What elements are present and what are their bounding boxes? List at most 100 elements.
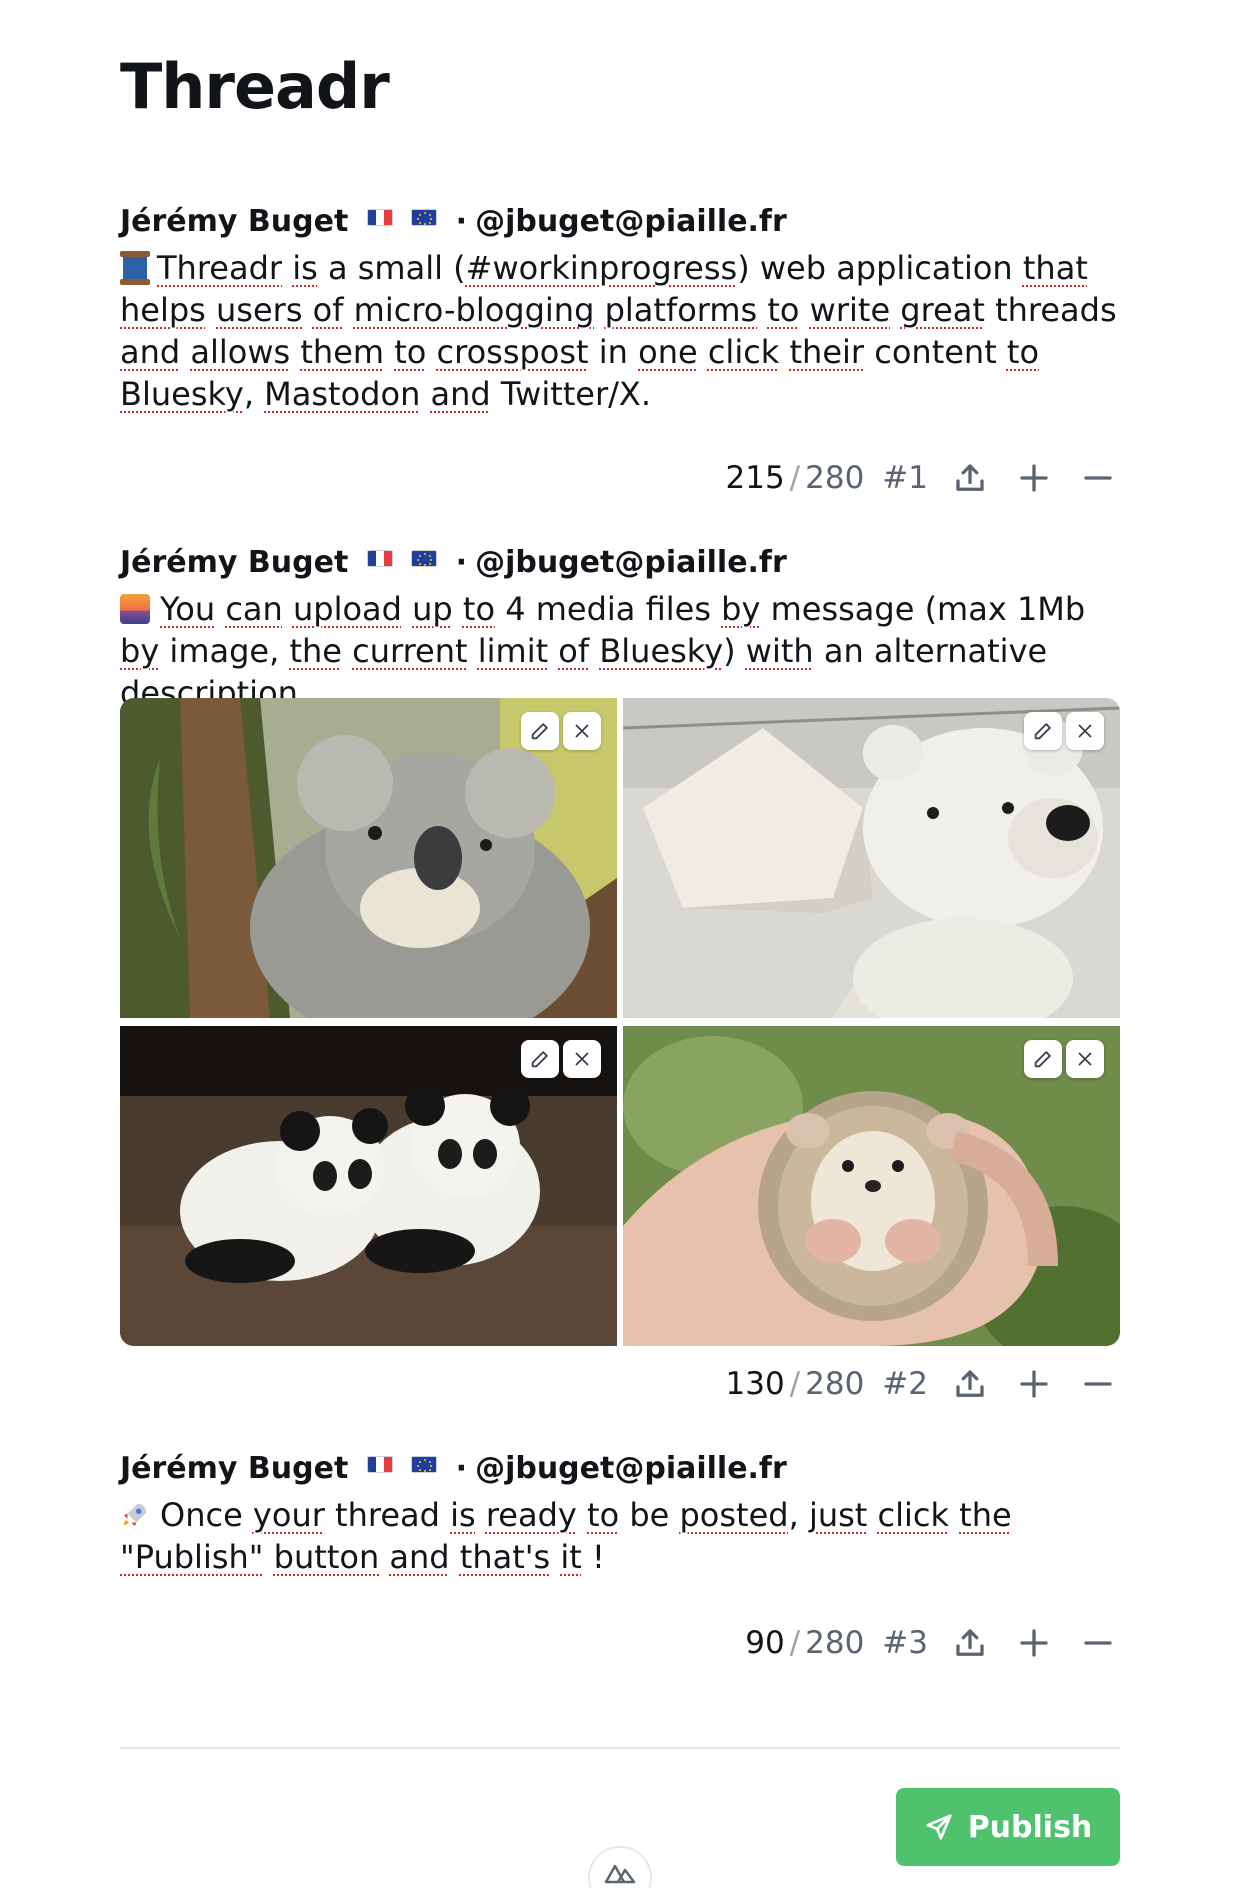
spellcheck-word: it [560, 1538, 582, 1576]
spellcheck-word: to [1006, 333, 1040, 371]
author-separator: · [455, 545, 468, 580]
message-text-segment: be [619, 1496, 680, 1534]
thread-message-1: Jérémy Buget · @jbuget@piaille.fr Threadr… [120, 202, 1120, 415]
spellcheck-word: click [707, 333, 780, 371]
message-text-segment [420, 375, 430, 413]
message-text[interactable]: Once your thread is ready to be posted, … [120, 1494, 1120, 1578]
spellcheck-word: to [462, 590, 496, 628]
upload-media-button[interactable] [948, 456, 992, 500]
spellcheck-word: #workinprogress [465, 249, 738, 287]
message-text-segment: ) web application [737, 249, 1023, 287]
spellcheck-word: micro-blogging [353, 291, 595, 329]
pencil-icon [531, 723, 548, 740]
spellcheck-word: Bluesky [599, 632, 724, 670]
media-pandas[interactable] [120, 1026, 617, 1346]
spellcheck-word: that's [459, 1538, 551, 1576]
minus-icon [1084, 476, 1112, 480]
author-name: Jérémy Buget [120, 545, 349, 580]
upload-media-button[interactable] [948, 1362, 992, 1406]
char-separator: / [789, 1366, 801, 1402]
upload-icon [956, 1370, 984, 1397]
spellcheck-word: write [809, 291, 891, 329]
message-text[interactable]: Threadr is a small (#workinprogress) web… [120, 247, 1120, 415]
message-text-segment [384, 333, 394, 371]
char-separator: / [789, 1625, 801, 1661]
message-text-segment: ! [581, 1538, 605, 1576]
close-icon [1078, 724, 1092, 738]
nuxt-logo-icon [604, 1864, 636, 1884]
message-3-toolbar: 90/280 #3 [745, 1623, 1120, 1663]
spellcheck-word: Mastodon [264, 375, 421, 413]
spellcheck-word: click [877, 1496, 950, 1534]
message-index: #1 [882, 460, 928, 496]
add-message-button[interactable] [1012, 1362, 1056, 1406]
edit-alt-text-button[interactable] [1024, 712, 1062, 750]
publish-button[interactable]: Publish [896, 1788, 1120, 1866]
add-message-button[interactable] [1012, 1621, 1056, 1665]
spellcheck-word: of [558, 632, 590, 670]
message-text-segment: threads [984, 291, 1117, 329]
remove-message-button[interactable] [1076, 456, 1120, 500]
media-polar-bear[interactable] [623, 698, 1120, 1018]
media-koala[interactable] [120, 698, 617, 1018]
author-name: Jérémy Buget [120, 204, 349, 239]
message-text-segment [468, 632, 478, 670]
message-text-segment [453, 590, 463, 628]
message-text-segment [290, 333, 300, 371]
message-text[interactable]: You can upload up to 4 media files by me… [120, 588, 1120, 714]
message-text-segment: Once [160, 1496, 243, 1534]
minus-icon [1084, 1382, 1112, 1386]
eu-flag-icon [411, 209, 438, 226]
remove-message-button[interactable] [1076, 1362, 1120, 1406]
edit-alt-text-button[interactable] [521, 712, 559, 750]
media-hedgehog[interactable] [623, 1026, 1120, 1346]
spellcheck-word: crosspost [436, 333, 589, 371]
spellcheck-word: posted [679, 1496, 789, 1534]
media-grid [120, 698, 1120, 1346]
message-text-segment [757, 291, 767, 329]
pencil-icon [531, 1051, 548, 1068]
remove-media-button[interactable] [1066, 1040, 1104, 1078]
message-text-segment: 4 media files [495, 590, 722, 628]
spellcheck-word: current [352, 632, 468, 670]
remove-media-button[interactable] [563, 1040, 601, 1078]
france-flag-icon [366, 1456, 393, 1473]
message-text-segment: Twitter/X. [490, 375, 652, 413]
remove-message-button[interactable] [1076, 1621, 1120, 1665]
spellcheck-word: can [225, 590, 283, 628]
spellcheck-word: is [292, 249, 318, 287]
post-author: Jérémy Buget · @jbuget@piaille.fr [120, 1449, 1120, 1489]
minus-icon [1084, 1641, 1112, 1645]
spellcheck-word: the [959, 1496, 1012, 1534]
edit-alt-text-button[interactable] [521, 1040, 559, 1078]
upload-media-button[interactable] [948, 1621, 992, 1665]
add-message-button[interactable] [1012, 456, 1056, 500]
spellcheck-word: users [216, 291, 303, 329]
edit-alt-text-button[interactable] [1024, 1040, 1062, 1078]
char-count: 215 [725, 460, 785, 496]
message-text-segment [949, 1496, 959, 1534]
remove-media-button[interactable] [1066, 712, 1104, 750]
footer-divider [120, 1747, 1120, 1749]
message-text-segment [426, 333, 436, 371]
message-text-segment [476, 1496, 486, 1534]
spellcheck-word: platforms [604, 291, 758, 329]
spool-of-thread-icon [120, 251, 150, 285]
message-text-segment: a small ( [317, 249, 466, 287]
page-title: Threadr [120, 50, 390, 123]
author-handle: @jbuget@piaille.fr [475, 204, 787, 239]
char-limit: 280 [805, 1366, 865, 1402]
message-text-segment [264, 1538, 274, 1576]
message-text-segment [589, 632, 599, 670]
message-text-segment [867, 1496, 877, 1534]
message-2-toolbar: 130/280 #2 [726, 1364, 1121, 1404]
remove-media-button[interactable] [563, 712, 601, 750]
spellcheck-word: by [120, 632, 160, 670]
message-text-segment [215, 590, 225, 628]
message-text-segment [283, 590, 293, 628]
pencil-icon [1034, 1051, 1051, 1068]
message-text-segment [402, 590, 412, 628]
spellcheck-word: great [900, 291, 985, 329]
spellcheck-word: ready [485, 1496, 577, 1534]
message-text-segment [577, 1496, 587, 1534]
